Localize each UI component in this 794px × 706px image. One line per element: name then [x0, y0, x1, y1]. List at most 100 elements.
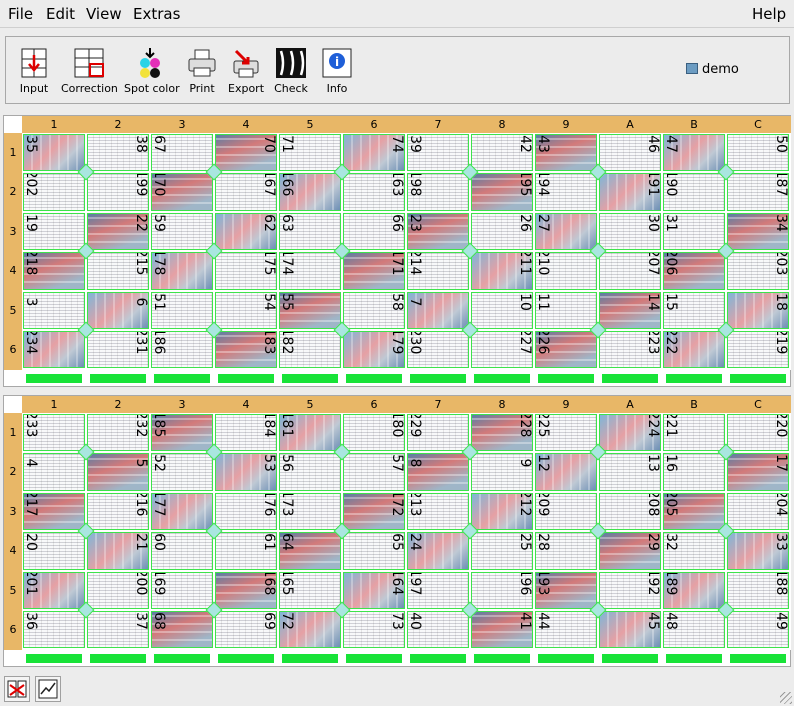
page-cell[interactable]: 232	[87, 414, 149, 452]
page-cell[interactable]: 193	[535, 571, 597, 609]
menu-view[interactable]: View	[86, 5, 122, 23]
page-cell[interactable]: 47	[663, 134, 725, 172]
page-cell[interactable]: 32	[663, 532, 725, 570]
page-cell[interactable]: 205	[663, 492, 725, 531]
page-cell[interactable]: 174	[279, 252, 341, 290]
page-cell[interactable]: 64	[279, 532, 341, 570]
page-cell[interactable]: 37	[87, 611, 149, 649]
page-cell[interactable]: 61	[215, 532, 277, 570]
page-cell[interactable]: 62	[215, 212, 277, 251]
page-cell[interactable]: 167	[215, 173, 277, 211]
page-cell[interactable]: 178	[151, 252, 213, 290]
page-cell[interactable]: 171	[343, 252, 405, 290]
page-cell[interactable]: 191	[599, 173, 661, 211]
page-cell[interactable]: 182	[279, 331, 341, 369]
page-cell[interactable]: 31	[663, 212, 725, 251]
page-cell[interactable]: 213	[407, 492, 469, 531]
page-cell[interactable]: 45	[599, 611, 661, 649]
page-cell[interactable]: 197	[407, 571, 469, 609]
page-cell[interactable]: 8	[407, 453, 469, 491]
menu-file[interactable]: File	[8, 5, 33, 23]
page-cell[interactable]: 71	[279, 134, 341, 172]
page-cell[interactable]: 33	[727, 532, 789, 570]
page-cell[interactable]: 198	[407, 173, 469, 211]
page-cell[interactable]: 72	[279, 611, 341, 649]
page-cell[interactable]: 27	[535, 212, 597, 251]
page-cell[interactable]: 12	[535, 453, 597, 491]
page-cell[interactable]: 59	[151, 212, 213, 251]
page-cell[interactable]: 21	[87, 532, 149, 570]
page-cell[interactable]: 196	[471, 571, 533, 609]
menu-edit[interactable]: Edit	[46, 5, 75, 23]
page-cell[interactable]: 4	[23, 453, 85, 491]
menu-help[interactable]: Help	[752, 5, 786, 23]
page-cell[interactable]: 233	[23, 414, 85, 452]
page-cell[interactable]: 22	[87, 212, 149, 251]
page-cell[interactable]: 206	[663, 252, 725, 290]
page-cell[interactable]: 165	[279, 571, 341, 609]
page-cell[interactable]: 215	[87, 252, 149, 290]
page-cell[interactable]: 15	[663, 291, 725, 329]
page-cell[interactable]: 20	[23, 532, 85, 570]
page-cell[interactable]: 163	[343, 173, 405, 211]
page-cell[interactable]: 10	[471, 291, 533, 329]
page-cell[interactable]: 226	[535, 331, 597, 369]
page-cell[interactable]: 55	[279, 291, 341, 329]
page-cell[interactable]: 214	[407, 252, 469, 290]
menu-extras[interactable]: Extras	[133, 5, 180, 23]
page-cell[interactable]: 211	[471, 252, 533, 290]
page-cell[interactable]: 57	[343, 453, 405, 491]
page-cell[interactable]: 65	[343, 532, 405, 570]
page-cell[interactable]: 38	[87, 134, 149, 172]
page-cell[interactable]: 212	[471, 492, 533, 531]
page-cell[interactable]: 13	[599, 453, 661, 491]
page-cell[interactable]: 187	[727, 173, 789, 211]
print-button[interactable]: Print	[184, 47, 220, 105]
page-cell[interactable]: 6	[87, 291, 149, 329]
page-cell[interactable]: 166	[279, 173, 341, 211]
page-cell[interactable]: 222	[663, 331, 725, 369]
page-cell[interactable]: 35	[23, 134, 85, 172]
page-cell[interactable]: 5	[87, 453, 149, 491]
page-cell[interactable]: 177	[151, 492, 213, 531]
page-cell[interactable]: 169	[151, 571, 213, 609]
page-cell[interactable]: 200	[87, 571, 149, 609]
page-cell[interactable]: 28	[535, 532, 597, 570]
page-cell[interactable]: 219	[727, 331, 789, 369]
page-cell[interactable]: 192	[599, 571, 661, 609]
page-cell[interactable]: 183	[215, 331, 277, 369]
page-cell[interactable]: 36	[23, 611, 85, 649]
page-cell[interactable]: 188	[727, 571, 789, 609]
page-cell[interactable]: 14	[599, 291, 661, 329]
page-cell[interactable]: 51	[151, 291, 213, 329]
page-cell[interactable]: 56	[279, 453, 341, 491]
page-cell[interactable]: 220	[727, 414, 789, 452]
page-cell[interactable]: 17	[727, 453, 789, 491]
page-cell[interactable]: 194	[535, 173, 597, 211]
page-cell[interactable]: 73	[343, 611, 405, 649]
export-button[interactable]: Export	[228, 47, 264, 105]
page-cell[interactable]: 229	[407, 414, 469, 452]
page-cell[interactable]: 179	[343, 331, 405, 369]
page-cell[interactable]: 207	[599, 252, 661, 290]
page-cell[interactable]: 26	[471, 212, 533, 251]
page-cell[interactable]: 216	[87, 492, 149, 531]
page-cell[interactable]: 29	[599, 532, 661, 570]
layout-button[interactable]	[4, 676, 30, 702]
page-cell[interactable]: 189	[663, 571, 725, 609]
page-cell[interactable]: 9	[471, 453, 533, 491]
page-cell[interactable]: 173	[279, 492, 341, 531]
page-cell[interactable]: 18	[727, 291, 789, 329]
page-cell[interactable]: 52	[151, 453, 213, 491]
page-cell[interactable]: 68	[151, 611, 213, 649]
page-cell[interactable]: 25	[471, 532, 533, 570]
input-button[interactable]: Input	[16, 47, 52, 105]
page-cell[interactable]: 225	[535, 414, 597, 452]
page-cell[interactable]: 3	[23, 291, 85, 329]
page-cell[interactable]: 23	[407, 212, 469, 251]
page-cell[interactable]: 224	[599, 414, 661, 452]
page-cell[interactable]: 230	[407, 331, 469, 369]
page-cell[interactable]: 16	[663, 453, 725, 491]
page-cell[interactable]: 218	[23, 252, 85, 290]
page-cell[interactable]: 180	[343, 414, 405, 452]
